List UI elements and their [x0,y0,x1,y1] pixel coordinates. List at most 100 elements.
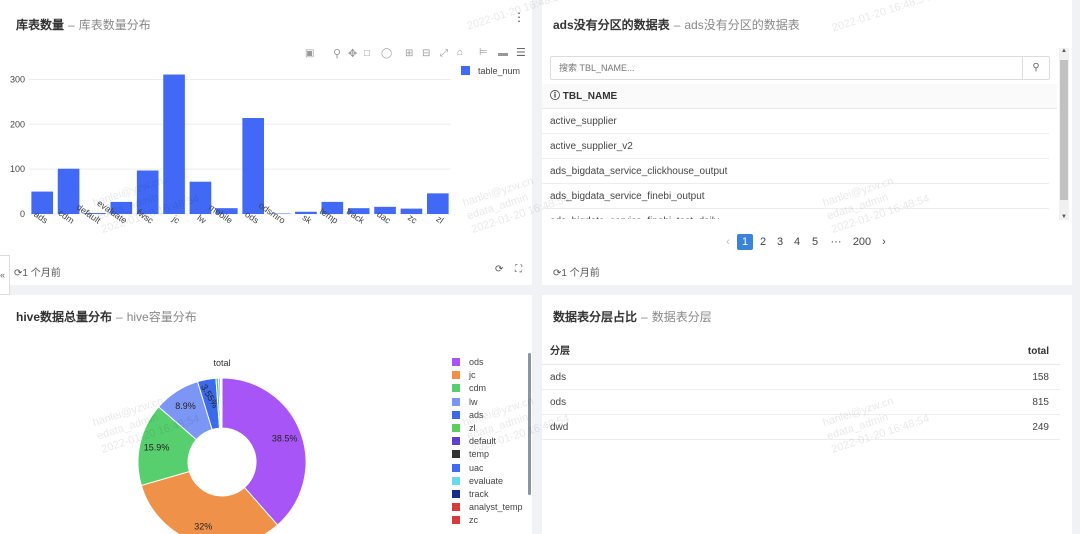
legend-label: ads [469,409,484,420]
table-row[interactable]: ads 158 [542,365,1060,390]
table-row[interactable]: ods 815 [542,390,1060,415]
panel-subtitle: ads没有分区的数据表 [684,18,800,32]
legend-label: zl [469,423,476,433]
table-row[interactable]: ads_bigdata_service_clickhouse_output [542,159,1049,184]
bar [426,193,449,214]
page-ellipsis[interactable]: ··· [826,234,846,250]
bar [31,191,54,214]
column-header-layer[interactable]: 分层 [550,339,570,364]
legend-label: lw [469,396,478,407]
cell-total: 815 [1032,397,1049,408]
slice-label: 32% [194,521,212,531]
cell-total: 158 [1032,372,1049,383]
legend-swatch [452,490,460,498]
legend-label: zc [469,515,478,526]
legend-swatch [452,463,460,472]
legend-item[interactable]: cdm [452,383,486,395]
center-label: total [213,358,230,368]
pie-chart-panel: hive数据总量分布 – hive容量分布 total 38.5% 32% 15.9% 8.… [0,295,532,534]
scrollbar-thumb[interactable] [1060,60,1068,200]
page-last[interactable]: 200 [851,234,873,250]
search-input[interactable] [551,57,1021,79]
legend-label: ods [469,357,484,367]
page-1[interactable]: 1 [737,234,753,250]
legend-swatch [452,397,460,406]
column-header[interactable]: TBL_NAME [563,91,617,102]
prev-page-icon[interactable]: ‹ [720,234,736,250]
panel-title-main: ads没有分区的数据表 [553,18,670,32]
legend-swatch [452,410,460,419]
bar-chart: 0100200300ads cdmdefaultevaluate fwsc jc lwm… [10,74,451,226]
slice-label: 38.5% [272,433,298,443]
legend-label: default [469,436,497,447]
refresh-button-icon[interactable]: ⟳ [495,264,503,275]
legend-label: analyst_temp [469,502,523,513]
legend-item[interactable]: ads [452,410,484,422]
last-updated: ⟳1 个月前 [14,264,61,279]
last-updated: ⟳1 个月前 [553,264,600,279]
x-tick-label: lw [195,213,208,226]
table-row[interactable]: ads_bigdata_service_finebi_test_daily [542,209,1049,219]
scroll-up-icon[interactable]: ▲ [1059,48,1069,54]
table-row[interactable]: dwd 249 [542,415,1060,440]
page-4[interactable]: 4 [789,234,805,250]
legend-swatch [452,503,460,512]
legend-swatch [452,371,460,380]
table-row[interactable]: active_supplier_v2 [542,134,1049,159]
panel-title-main: 数据表分层占比 [553,310,638,324]
page-2[interactable]: 2 [755,234,771,250]
legend-item[interactable]: ods [452,357,484,369]
legend-scrollbar[interactable] [528,353,531,495]
legend-swatch [461,66,470,75]
page-5[interactable]: 5 [807,234,823,250]
legend-swatch [452,516,460,525]
updated-text: 1 个月前 [561,268,600,279]
search-box: ⚲ [550,56,1050,80]
chart-legend: table_num [461,66,520,76]
table-header: ⓘ TBL_NAME [542,84,1057,109]
bar-chart-panel: 库表数量 – 库表数量分布 · · · ▣ ⚲ ✥ □ ◯ ⊞ ⊟ ⤢ ⌂ ⊨ ▬ ☰ … [0,0,532,285]
legend-item[interactable]: evaluate [452,476,503,488]
x-tick-label: zl [434,214,445,226]
cell-layer: dwd [550,422,569,433]
sidebar-collapse-handle[interactable]: « [0,255,10,295]
slice-label: 15.9% [144,443,170,453]
legend-label: track [469,489,489,499]
legend-item[interactable]: zc [452,515,478,527]
legend-label: evaluate [469,475,504,486]
search-icon[interactable]: ⚲ [1022,57,1049,79]
updated-text: 1 个月前 [22,268,61,279]
page-3[interactable]: 3 [772,234,788,250]
panel-title: ads没有分区的数据表 – ads没有分区的数据表 [553,16,800,33]
column-header-total[interactable]: total [1028,339,1049,364]
y-tick-label: 200 [10,119,25,129]
legend-item[interactable]: analyst_temp [452,502,523,514]
cell-layer: ads [550,372,567,383]
info-icon[interactable]: ⓘ [550,91,560,102]
legend-swatch [452,450,460,459]
fullscreen-icon[interactable]: ⛶ [515,264,522,275]
ads-table-panel: ads没有分区的数据表–ads没有分区的数据表 ⚲ ⓘ TBL_NAME act… [542,0,1072,285]
table-body: active_supplier active_supplier_v2 ads_b… [542,109,1057,219]
legend-swatch [452,476,460,485]
scrollbar[interactable]: ▲ ▼ [1059,48,1069,220]
legend-item[interactable]: default [452,436,496,448]
legend-item[interactable]: track [452,489,489,501]
cell-total: 249 [1032,422,1049,433]
legend-item[interactable]: lw [452,397,478,409]
scroll-down-icon[interactable]: ▼ [1059,214,1069,220]
title-separator: – [673,18,681,32]
bar [163,74,185,214]
panel-subtitle: 数据表分层 [651,310,712,324]
y-tick-label: 100 [10,164,25,174]
legend-swatch [452,384,460,393]
legend-item[interactable]: zl [452,423,476,435]
legend-item[interactable]: uac [452,463,484,475]
legend-swatch [452,424,460,432]
table-row[interactable]: ads_bigdata_service_finebi_output [542,184,1049,209]
legend-item[interactable]: jc [452,370,476,382]
table-row[interactable]: active_supplier [542,109,1049,134]
legend-item[interactable]: temp [452,449,489,461]
next-page-icon[interactable]: › [876,234,892,250]
legend-swatch [452,437,460,446]
